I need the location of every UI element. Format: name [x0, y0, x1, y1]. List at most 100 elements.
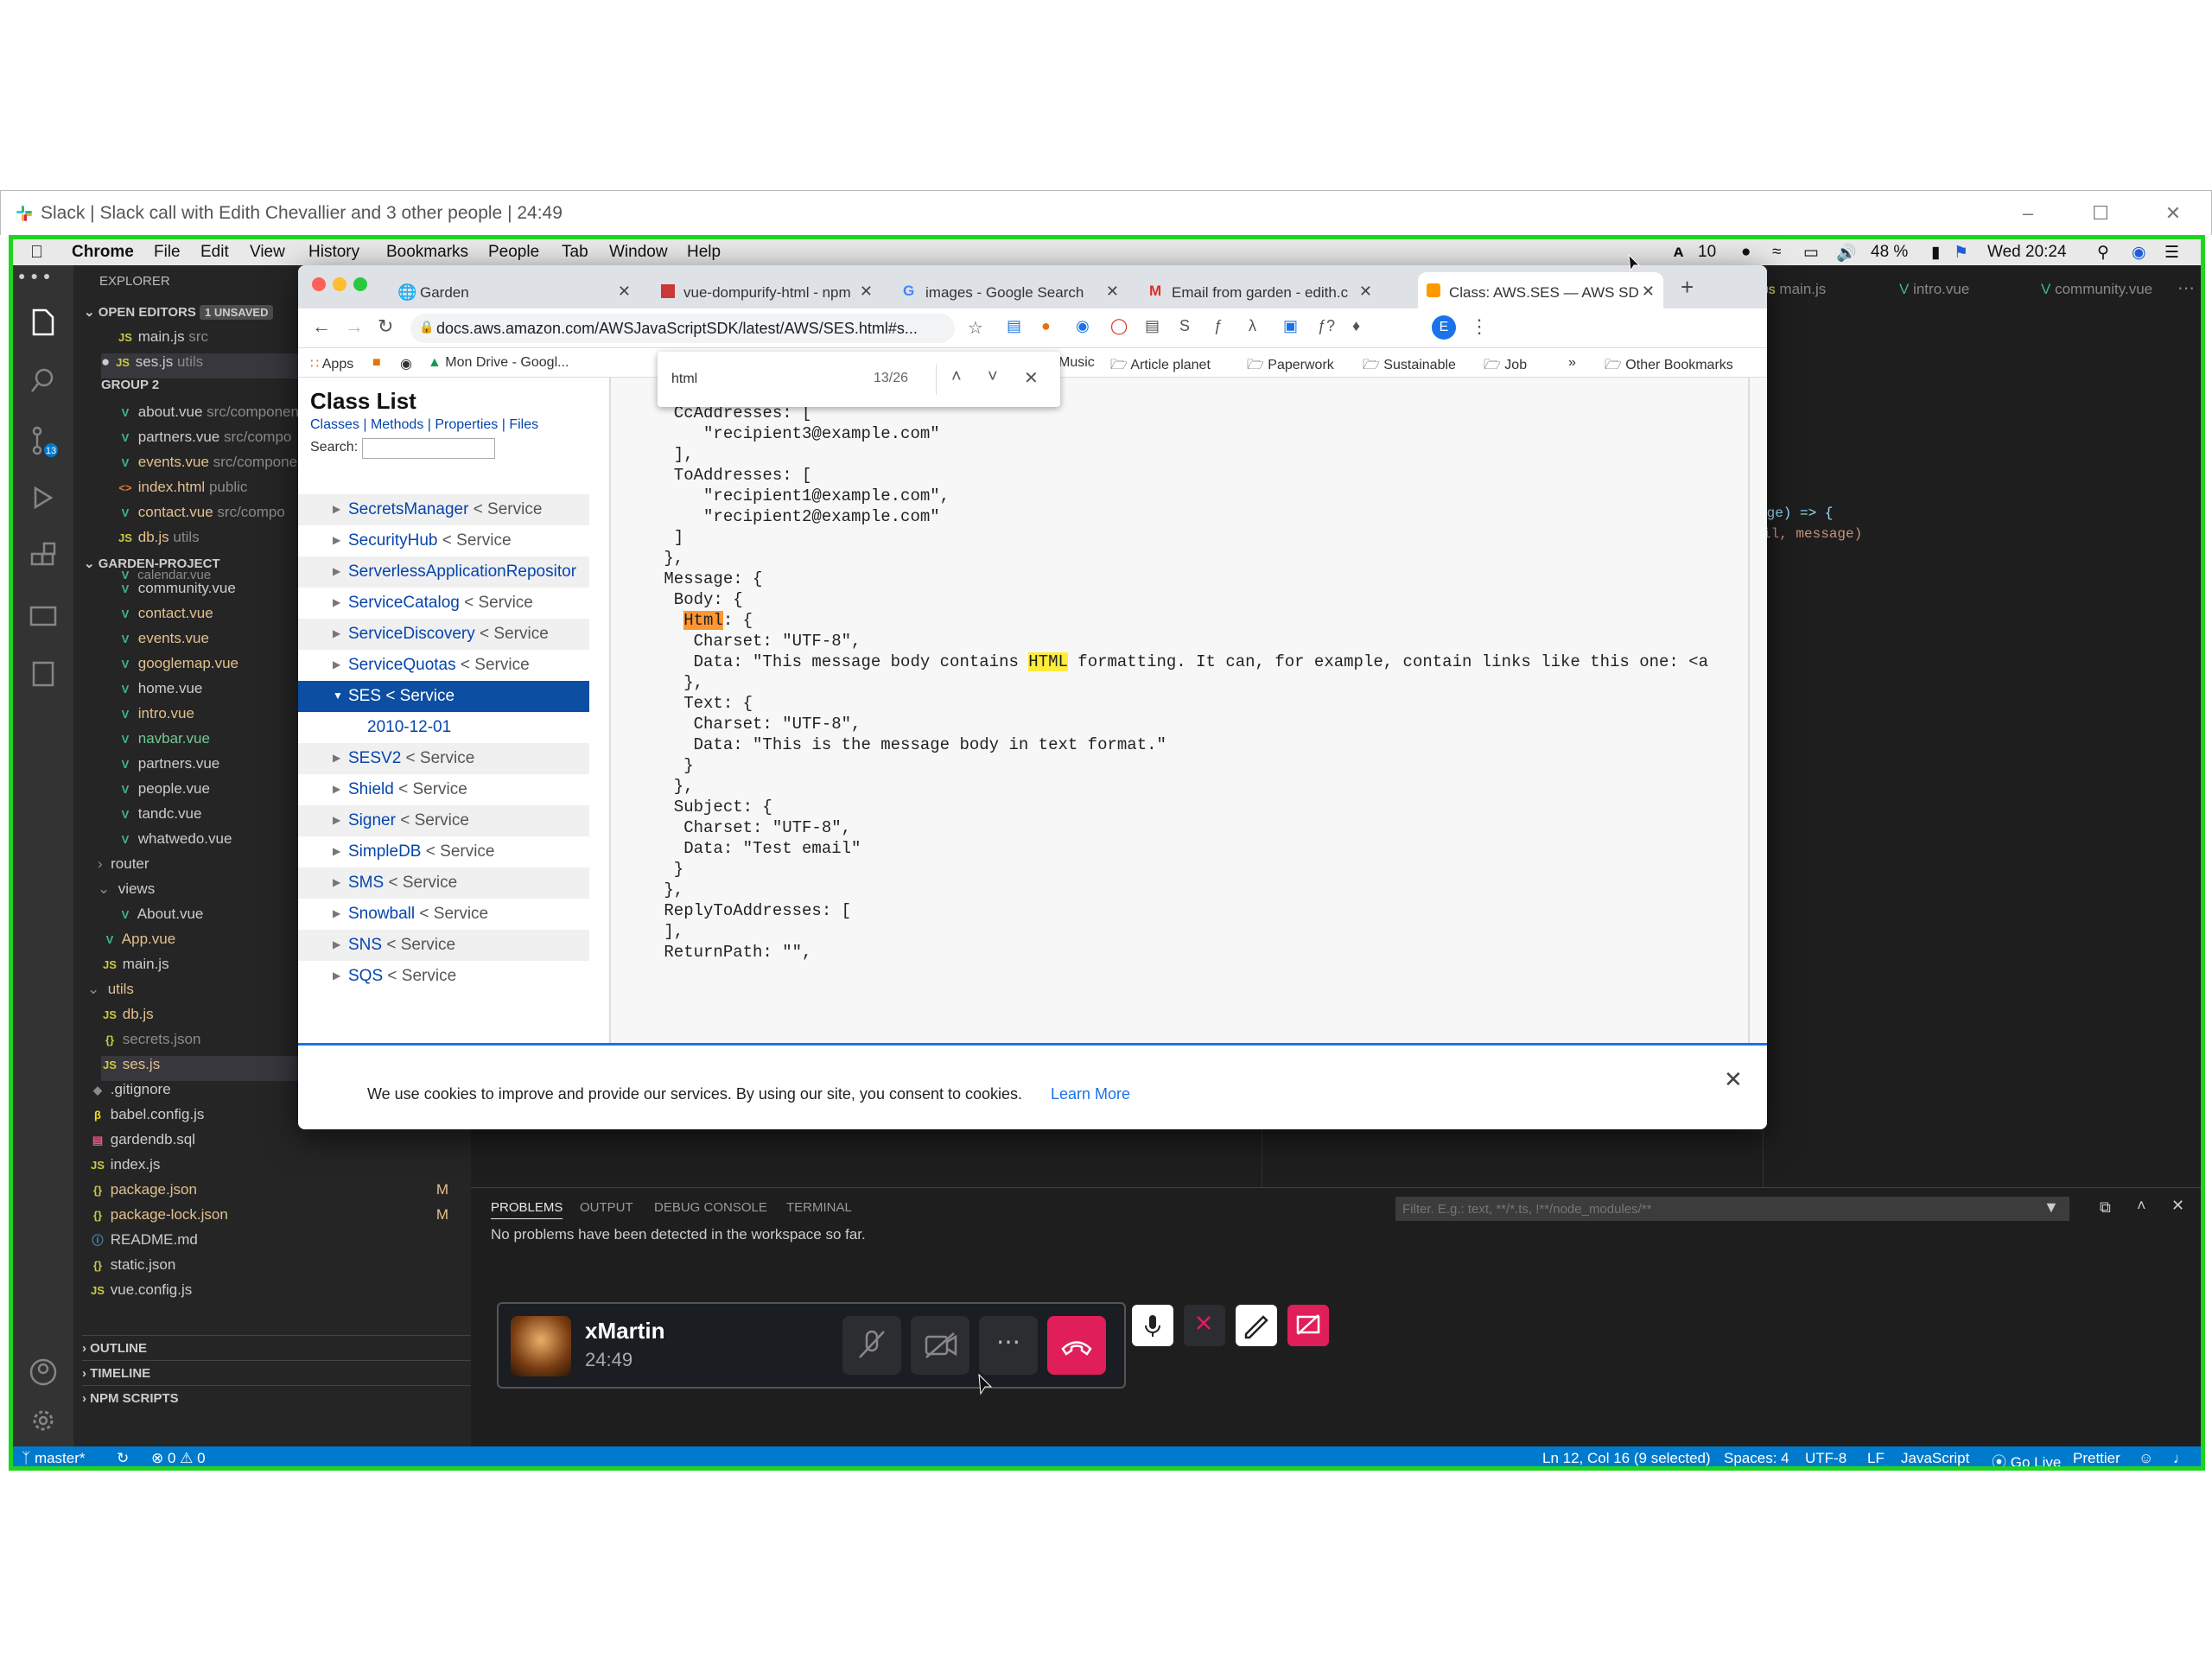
docker-icon[interactable] — [29, 659, 58, 689]
forward-icon[interactable]: → — [345, 315, 364, 338]
nav-classes-link[interactable]: Classes — [310, 417, 359, 432]
file-row[interactable]: {} package-lock.json M — [89, 1206, 471, 1231]
extension-icon[interactable]: ◉ — [1076, 317, 1090, 335]
bookmark-apps[interactable]: ∷ Apps — [310, 355, 353, 372]
menu-people[interactable]: People — [488, 243, 539, 262]
eol-status[interactable]: LF — [1867, 1450, 1885, 1466]
file-row[interactable]: ▤ gardendb.sql — [89, 1131, 486, 1156]
maximize-button[interactable]: ☐ — [2083, 198, 2118, 229]
minimize-button[interactable]: – — [2011, 198, 2045, 229]
notifications-bell-icon[interactable]: ♩ — [2173, 1450, 2188, 1466]
editor-tab[interactable]: JS main.js — [1763, 281, 1826, 298]
bookmark-folder[interactable]: 🗁 Paperwork — [1247, 355, 1334, 378]
kebab-menu-icon[interactable]: ⋮ — [1470, 315, 1489, 338]
tab-terminal[interactable]: TERMINAL — [786, 1200, 852, 1215]
nav-methods-link[interactable]: Methods — [371, 417, 423, 432]
puzzle-extensions-icon[interactable]: ♦ — [1352, 317, 1360, 335]
new-tab-button[interactable]: + — [1681, 274, 1694, 301]
bookmark-folder[interactable]: 🗁 Job — [1484, 355, 1527, 378]
feedback-icon[interactable]: ☺ — [2139, 1450, 2153, 1466]
back-icon[interactable]: ← — [312, 315, 331, 338]
class-list-item[interactable]: ▶ ServerlessApplicationRepositor — [298, 556, 589, 588]
close-tab-icon[interactable]: ✕ — [1106, 283, 1119, 301]
extension-icon[interactable]: ● — [1041, 317, 1051, 335]
zoom-traffic-light[interactable] — [353, 277, 367, 291]
class-list-item[interactable]: ▶ ServiceDiscovery < Service — [298, 619, 589, 650]
mute-button[interactable] — [842, 1316, 901, 1375]
browser-tab[interactable]: 🌐 Garden ✕ — [389, 272, 639, 308]
bookmark-folder[interactable]: 🗁 Sustainable — [1363, 355, 1456, 378]
class-list-item[interactable]: ▶ SNS < Service — [298, 930, 589, 961]
close-find-icon[interactable]: ✕ — [1024, 367, 1039, 389]
bookmarks-overflow-button[interactable]: » — [1568, 355, 1576, 371]
learn-more-link[interactable]: Learn More — [1051, 1085, 1130, 1103]
bookmark-icon[interactable]: ◉ — [400, 355, 412, 372]
close-panel-icon[interactable]: ✕ — [2171, 1197, 2184, 1215]
language-mode[interactable]: JavaScript — [1901, 1450, 1969, 1466]
editor-tab[interactable]: V intro.vue — [1899, 281, 1969, 298]
class-list-item[interactable]: ▶ SimpleDB < Service — [298, 836, 589, 868]
tab-problems[interactable]: PROBLEMS — [491, 1200, 563, 1219]
chevron-down-icon[interactable]: ˅ — [988, 367, 998, 387]
menu-file[interactable]: File — [154, 243, 181, 262]
menu-tab[interactable]: Tab — [562, 243, 588, 262]
battery-icon[interactable]: ▮ — [1931, 243, 1940, 263]
extension-icon[interactable]: ▤ — [1145, 317, 1160, 335]
file-row[interactable]: {} package.json M — [89, 1181, 471, 1206]
evernote-icon[interactable]: ● — [1741, 243, 1751, 262]
editor-tab[interactable]: V community.vue — [2041, 281, 2162, 298]
close-window-button[interactable]: ✕ — [2156, 198, 2190, 229]
find-input[interactable] — [671, 367, 844, 391]
extension-icon[interactable]: S — [1179, 317, 1190, 335]
browser-tab[interactable]: vue-dompurify-html - npm ✕ — [652, 272, 881, 308]
class-list-item[interactable]: ▶ SecurityHub < Service — [298, 525, 589, 556]
menu-window[interactable]: Window — [609, 243, 668, 262]
menu-history[interactable]: History — [308, 243, 359, 262]
maximize-panel-icon[interactable]: ⧉ — [2100, 1198, 2111, 1217]
branch-status[interactable]: ᛉ master* — [22, 1450, 86, 1466]
extension-icon[interactable]: ▣ — [1283, 317, 1298, 335]
extension-icon[interactable]: ƒ — [1214, 317, 1223, 335]
hang-up-button[interactable] — [1047, 1316, 1106, 1375]
stop-sharing-button[interactable] — [1287, 1305, 1329, 1346]
npm-scripts-section[interactable]: › NPM SCRIPTS — [82, 1385, 480, 1410]
mic-button[interactable] — [1132, 1305, 1173, 1346]
browser-tab[interactable]: M Email from garden - edith.c ✕ — [1141, 272, 1381, 308]
class-list-item[interactable]: ▶ ServiceCatalog < Service — [298, 588, 589, 619]
problems-status[interactable]: ⊗ 0 ⚠ 0 — [151, 1450, 206, 1466]
airplay-icon[interactable]: ▭ — [1803, 243, 1819, 263]
close-traffic-light[interactable] — [312, 277, 326, 291]
browser-tab-active[interactable]: Class: AWS.SES — AWS SD ✕ — [1418, 272, 1663, 308]
class-list-item[interactable]: ▶ Snowball < Service — [298, 899, 589, 930]
extension-icon[interactable]: λ — [1249, 317, 1256, 335]
class-list-item[interactable]: ▶ SMS < Service — [298, 868, 589, 899]
translate-extension-icon[interactable]: ▤ — [1007, 317, 1021, 335]
close-tab-icon[interactable]: ✕ — [1642, 283, 1655, 301]
bookmark-icon[interactable]: ■ — [372, 355, 381, 371]
extension-icon[interactable]: ƒ? — [1318, 317, 1335, 335]
close-tab-icon[interactable]: ✕ — [860, 283, 873, 301]
file-row[interactable]: JS vue.config.js — [89, 1281, 486, 1306]
wifi-icon[interactable]: ≈ — [1772, 243, 1781, 262]
more-actions-icon[interactable]: ⋯ — [2177, 277, 2195, 299]
bookmark-folder[interactable]: 🗁 Article planet — [1110, 355, 1211, 378]
bookmark-folder[interactable]: 🗁 Other Bookmarks — [1605, 355, 1733, 378]
screen-share-toggle[interactable] — [1184, 1305, 1225, 1346]
run-debug-icon[interactable] — [29, 483, 58, 512]
prettier-status[interactable]: Prettier — [2073, 1450, 2120, 1466]
tab-debug-console[interactable]: DEBUG CONSOLE — [654, 1200, 767, 1215]
profile-avatar[interactable]: E — [1432, 315, 1456, 340]
menu-help[interactable]: Help — [687, 243, 721, 262]
address-bar[interactable]: 🔒 docs.aws.amazon.com/AWSJavaScriptSDK/la… — [410, 314, 955, 343]
close-cookie-banner-icon[interactable]: ✕ — [1724, 1066, 1743, 1093]
class-list-item[interactable]: ▶ SESV2 < Service — [298, 743, 589, 774]
class-search-input[interactable] — [362, 438, 495, 459]
menu-edit[interactable]: Edit — [200, 243, 229, 262]
chevron-up-icon[interactable]: ˄ — [951, 367, 962, 387]
cursor-position[interactable]: Ln 12, Col 16 (9 selected) — [1542, 1450, 1711, 1466]
bookmark-music[interactable]: Music — [1058, 355, 1095, 371]
menu-view[interactable]: View — [250, 243, 285, 262]
search-icon[interactable] — [29, 365, 58, 395]
nav-files-link[interactable]: Files — [509, 417, 538, 432]
opera-extension-icon[interactable]: ◯ — [1110, 317, 1128, 335]
